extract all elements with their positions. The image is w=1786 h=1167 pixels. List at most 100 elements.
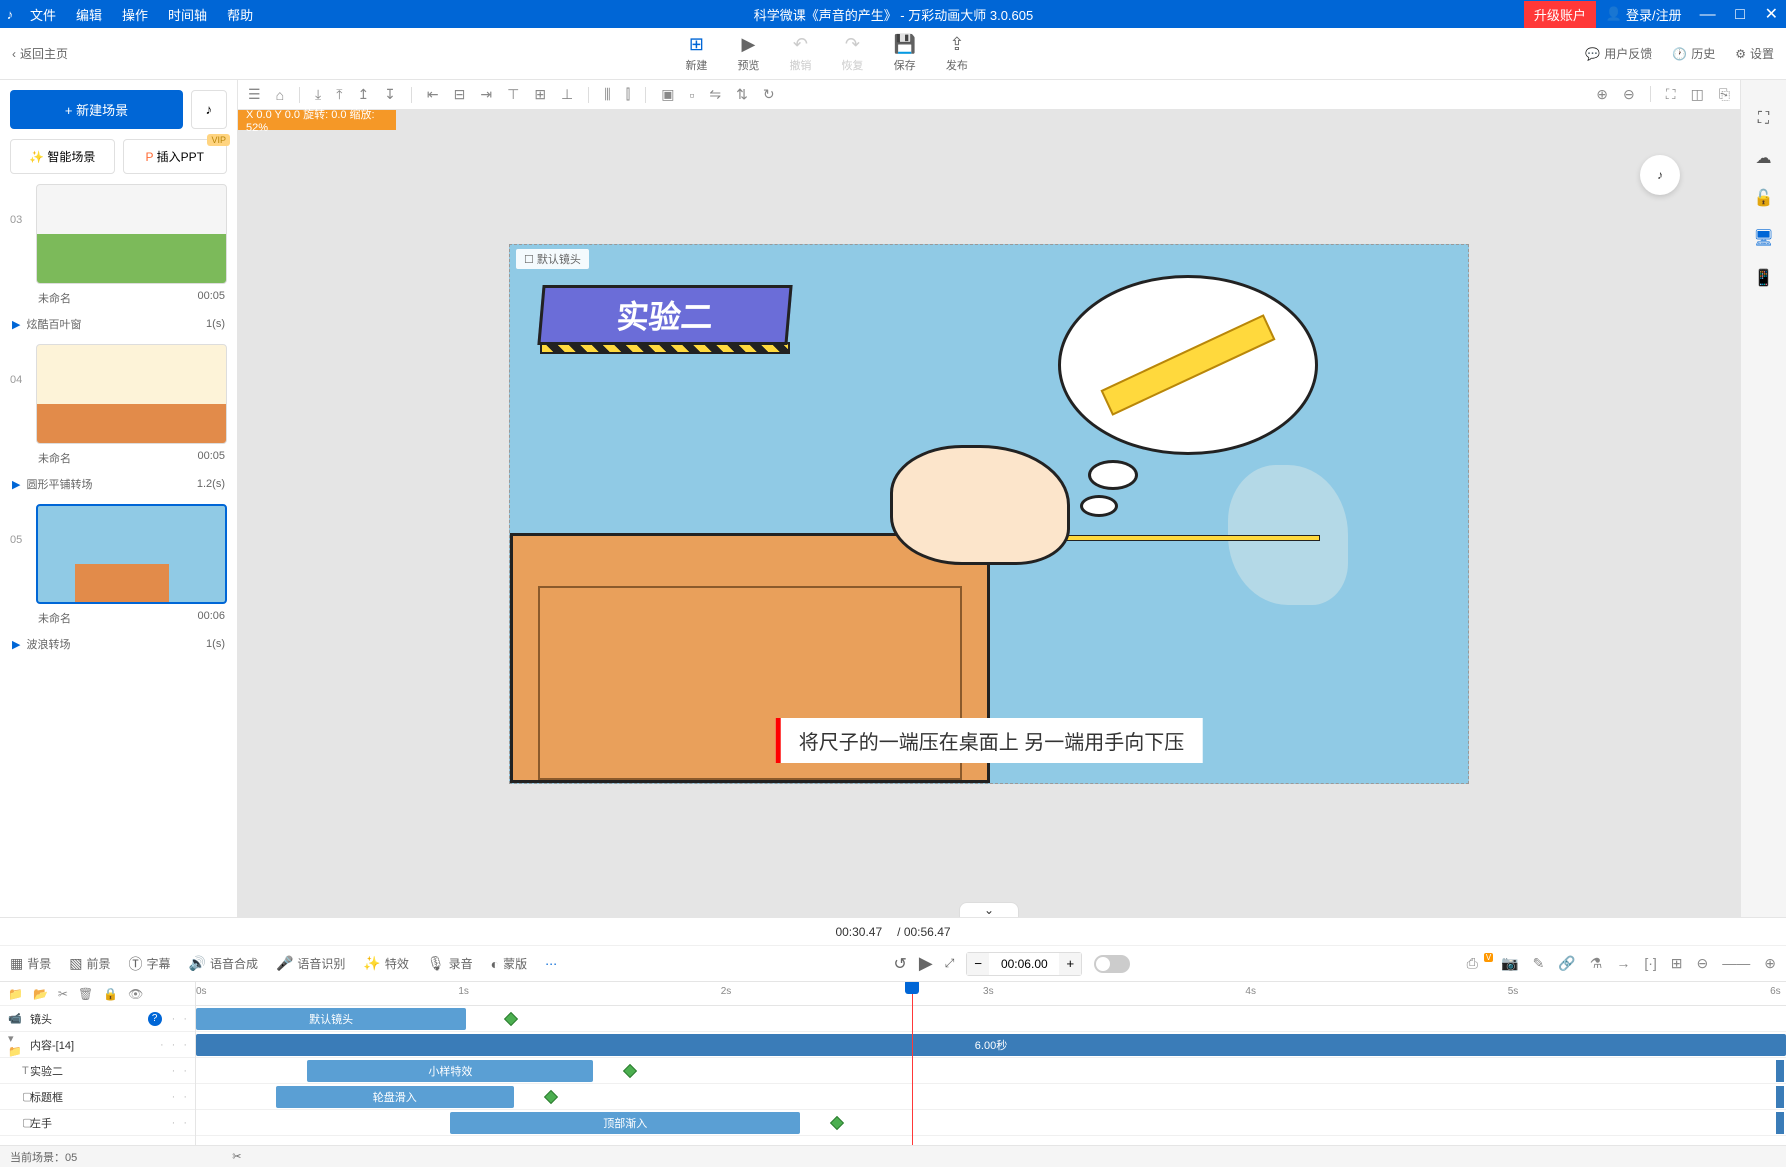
back-home-button[interactable]: ‹ 返回主页 [12,45,68,62]
flip-v-icon[interactable]: ⇅ [736,86,748,103]
zoom-in-icon[interactable]: ⊕ [1596,86,1608,103]
ungroup-icon[interactable]: ▫ [689,87,694,103]
canvas-content[interactable]: ☐ 默认镜头 实验二 将尺子的一端压在桌面上 另一端用手向下压 [509,244,1469,784]
track-row-exp2[interactable]: T 实验二 ·· [0,1058,195,1084]
keyframe[interactable] [830,1115,844,1129]
tl-rewind-button[interactable]: ↺ [893,954,906,974]
publish-button[interactable]: ⇪ 发布 [946,34,968,73]
track-camera-row[interactable]: 📹 镜头 ? ·· [0,1006,195,1032]
home-icon[interactable]: ⌂ [276,87,284,103]
clip-end-marker[interactable] [1776,1086,1784,1108]
playhead[interactable] [912,982,913,1145]
tl-arrow-icon[interactable]: → [1616,955,1630,972]
tl-circle-minus-icon[interactable]: ⊖ [1697,955,1709,972]
menu-file[interactable]: 文件 [20,5,66,24]
loop-toggle[interactable] [1094,955,1130,973]
left-hand-element[interactable] [890,445,1070,565]
align-top-icon[interactable]: ⤒ [336,86,342,103]
keyframe[interactable] [623,1063,637,1077]
menu-timeline[interactable]: 时间轴 [158,5,217,24]
track-row-titlebox[interactable]: ▢ 标题框 ·· [0,1084,195,1110]
time-ruler[interactable]: 0s1s2s3s4s5s6s [196,982,1786,1006]
title-badge-element[interactable]: 实验二 [540,285,810,365]
smart-scene-button[interactable]: ✨ 智能场景 [10,139,115,174]
transition-row[interactable]: ▶ 波浪转场 1(s) [10,632,227,656]
redo-button[interactable]: ↷ 恢复 [841,34,863,73]
bubble1-element[interactable] [1088,460,1138,490]
tl-play-button[interactable]: ▶ [919,953,933,974]
tl-fg-button[interactable]: ▧前景 [69,955,110,972]
scene-thumbnail[interactable] [36,504,227,604]
align-top2-icon[interactable]: ⊤ [507,86,519,103]
align-right-icon[interactable]: ⇥ [480,86,492,103]
track-delete-icon[interactable]: 🗑 [78,987,93,1001]
tl-mask-button[interactable]: ◐蒙版 [491,955,527,972]
tl-camera-icon[interactable]: 📷 [1501,955,1518,972]
distribute-v-icon[interactable]: ⫿ [626,86,630,103]
tl-expand-button[interactable]: ⤢ [945,956,955,971]
close-button[interactable]: ✕ [1757,6,1786,23]
time-input[interactable] [989,957,1059,971]
track-lock-icon[interactable]: 🔒 [103,987,118,1001]
track-add-icon[interactable]: 📂 [33,987,48,1001]
tl-subtitle-button[interactable]: Ⓣ字幕 [129,954,171,974]
device-icon[interactable]: 🖥 [1753,228,1773,248]
help-icon[interactable]: ? [148,1012,162,1026]
track-folder-icon[interactable]: 📁 [8,987,23,1001]
canvas-viewport[interactable]: ☐ 默认镜头 实验二 将尺子的一端压在桌面上 另一端用手向下压 ♪ ⌄ [238,110,1740,917]
audio-fab-button[interactable]: ♪ [1640,155,1680,195]
clip-end-marker[interactable] [1776,1060,1784,1082]
clip-end-marker[interactable] [1776,1112,1784,1134]
flip-h-icon[interactable]: ⇋ [709,86,721,103]
menu-edit[interactable]: 编辑 [66,5,112,24]
tl-fx-button[interactable]: ✨特效 [363,955,408,972]
time-plus-button[interactable]: + [1059,953,1081,975]
keyframe[interactable] [504,1011,518,1025]
align-center-h-icon[interactable]: ⊟ [454,86,466,103]
focus-icon[interactable]: ⛶ [1758,110,1769,128]
new-scene-button[interactable]: + 新建场景 [10,90,183,129]
track-content-area[interactable]: 0s1s2s3s4s5s6s 默认镜头 6.00秒 小样特效 轮盘滑入 顶部渐入 [196,982,1786,1145]
time-minus-button[interactable]: − [967,953,989,975]
tl-circle-plus-icon[interactable]: ⊕ [1764,955,1776,972]
tl-marker-icon[interactable]: ⎙V [1467,955,1488,972]
track-content-row[interactable]: ▾📁 内容-[14] ··· [0,1032,195,1058]
align-left-icon[interactable]: ⇤ [427,86,439,103]
lock-icon[interactable]: 🔓 [1754,188,1774,208]
maximize-button[interactable]: □ [1727,6,1753,23]
feedback-button[interactable]: 💬 用户反馈 [1585,45,1652,62]
insert-ppt-button[interactable]: P 插入PPT VIP [123,139,228,174]
scene-thumbnail[interactable] [36,184,227,284]
history-button[interactable]: 🕐 历史 [1672,45,1715,62]
content-clip[interactable]: 6.00秒 [196,1034,1786,1056]
align-bottom-icon[interactable]: ⤓ [315,86,321,103]
minimize-button[interactable]: — [1692,6,1724,23]
phone-icon[interactable]: 📱 [1754,268,1774,288]
tl-bg-button[interactable]: ▦背景 [10,955,51,972]
group-icon[interactable]: ▣ [661,86,674,103]
tl-link-icon[interactable]: 🔗 [1558,955,1575,972]
audio-scene-button[interactable]: ♪ [191,90,227,129]
align-up-icon[interactable]: ↥ [357,86,369,103]
tl-filter-icon[interactable]: ⚗ [1590,955,1603,972]
cloud-icon[interactable]: ☁ [1756,148,1772,168]
keyframe[interactable] [544,1089,558,1103]
distribute-h-icon[interactable]: ⫼ [604,86,610,103]
camera-clip[interactable]: 默认镜头 [196,1008,466,1030]
tl-more-button[interactable]: ⋯ [545,957,557,971]
thought-bubble-element[interactable] [1058,275,1318,455]
preview-button[interactable]: ▶ 预览 [737,34,759,73]
fit-icon[interactable]: ⛶ [1666,86,1676,103]
align-bottom2-icon[interactable]: ⊥ [561,86,573,103]
align-down-icon[interactable]: ↧ [384,86,396,103]
subtitle-element[interactable]: 将尺子的一端压在桌面上 另一端用手向下压 [776,718,1203,763]
login-button[interactable]: 👤 登录/注册 [1596,5,1692,24]
panel-toggle-handle[interactable]: ⌄ [959,902,1019,917]
bubble2-element[interactable] [1080,495,1118,517]
track-clip[interactable]: 顶部渐入 [450,1112,800,1134]
settings-button[interactable]: ⚙ 设置 [1735,45,1774,62]
menu-action[interactable]: 操作 [112,5,158,24]
track-eye-icon[interactable]: 👁 [128,987,143,1001]
zoom-out-icon[interactable]: ⊖ [1623,86,1635,103]
scene-thumbnail[interactable] [36,344,227,444]
